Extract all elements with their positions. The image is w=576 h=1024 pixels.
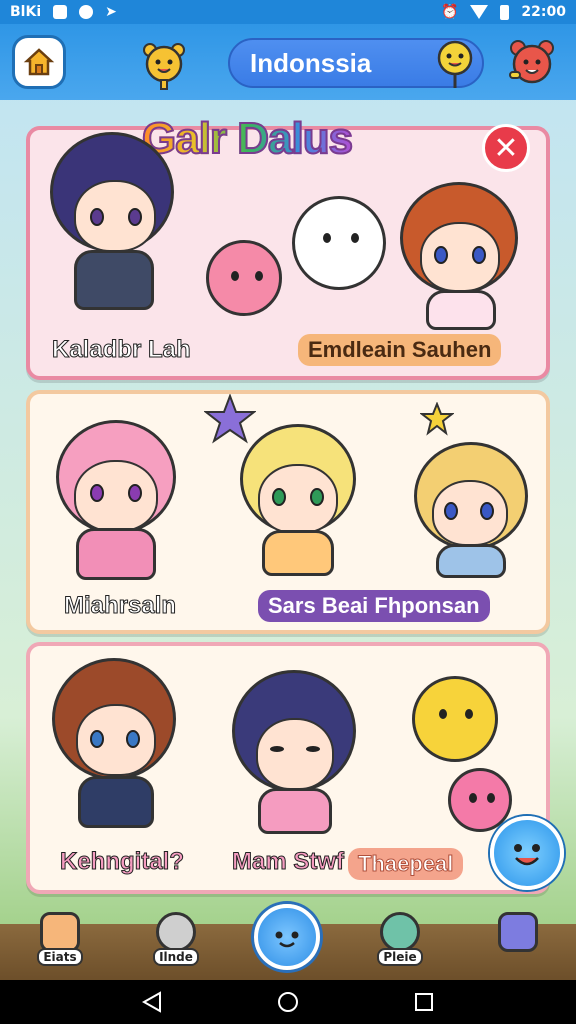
- card2-label-1: Miahrsaln: [63, 592, 177, 620]
- nav-arrow-icon: ➤: [105, 4, 117, 20]
- app-header: Indonssia: [0, 24, 576, 100]
- character-red-hair[interactable]: [394, 182, 524, 332]
- shop-icon: [498, 912, 538, 952]
- battery-icon: [500, 4, 510, 20]
- character-blonde-girl[interactable]: [410, 440, 532, 580]
- wifi-icon: [470, 5, 489, 19]
- balloon-mascot-icon: [437, 40, 473, 88]
- small-star-icon: [420, 402, 454, 436]
- alarm-icon: ⏰: [440, 4, 459, 20]
- center-home-button[interactable]: [254, 904, 320, 970]
- card1-label-2[interactable]: Emdleain Sauhen: [298, 334, 502, 366]
- close-button[interactable]: ✕: [482, 124, 530, 172]
- home-icon: [23, 48, 55, 76]
- close-icon: ✕: [493, 130, 519, 166]
- pink-cat-mascot: [206, 240, 282, 316]
- sun-mascot: [412, 676, 498, 762]
- nav-label-eiats: Eiats: [37, 948, 83, 966]
- joystick-icon: [156, 912, 196, 952]
- gallery-icon: [53, 5, 68, 19]
- ghost-mascot: [292, 196, 386, 290]
- card3-label-1: Kehngital?: [60, 848, 185, 876]
- status-bar: BlKi ➤ ⏰ 22:00: [0, 0, 576, 24]
- card1-label-1: Kaladbr Lah: [52, 336, 192, 364]
- recents-icon[interactable]: [412, 990, 436, 1014]
- nav-item-pleie[interactable]: Pleie: [370, 912, 430, 976]
- system-nav-bar: [0, 980, 576, 1024]
- chat-icon: [79, 5, 94, 19]
- nav-item-eiats[interactable]: Eiats: [30, 912, 90, 976]
- blob-face-icon: [275, 931, 299, 948]
- character-dark-hair[interactable]: [46, 118, 176, 318]
- floating-mascot-button[interactable]: [490, 816, 564, 890]
- red-bear-mascot-icon: [509, 40, 554, 84]
- nav-item-store[interactable]: [488, 912, 548, 976]
- home-button[interactable]: [12, 35, 66, 89]
- character-navy-hair-bows[interactable]: [222, 656, 362, 836]
- drink-icon: [40, 912, 80, 952]
- back-icon[interactable]: [140, 990, 164, 1014]
- card3-label-2: Mam Stwf: [231, 848, 345, 876]
- smile-icon: [514, 844, 540, 866]
- status-left-text: BlKi: [10, 4, 42, 20]
- region-title-text: Indonssia: [250, 47, 372, 78]
- character-brown-hair[interactable]: [46, 652, 182, 832]
- nav-item-ilnde[interactable]: Ilnde: [146, 912, 206, 976]
- clock-time: 22:00: [521, 4, 566, 20]
- card3-label-3[interactable]: Thaepeal: [348, 848, 464, 880]
- character-blonde-cat-ears[interactable]: [236, 420, 360, 580]
- home-circle-icon[interactable]: [276, 990, 300, 1014]
- nav-label-ilnde: Ilnde: [153, 948, 199, 966]
- card2-label-2[interactable]: Sars Beai Fhponsan: [258, 590, 490, 622]
- phone-icon: [380, 912, 420, 952]
- character-pink-hair[interactable]: [44, 400, 184, 584]
- bear-mascot-icon: [143, 43, 185, 90]
- nav-label-pleie: Pleie: [377, 948, 423, 966]
